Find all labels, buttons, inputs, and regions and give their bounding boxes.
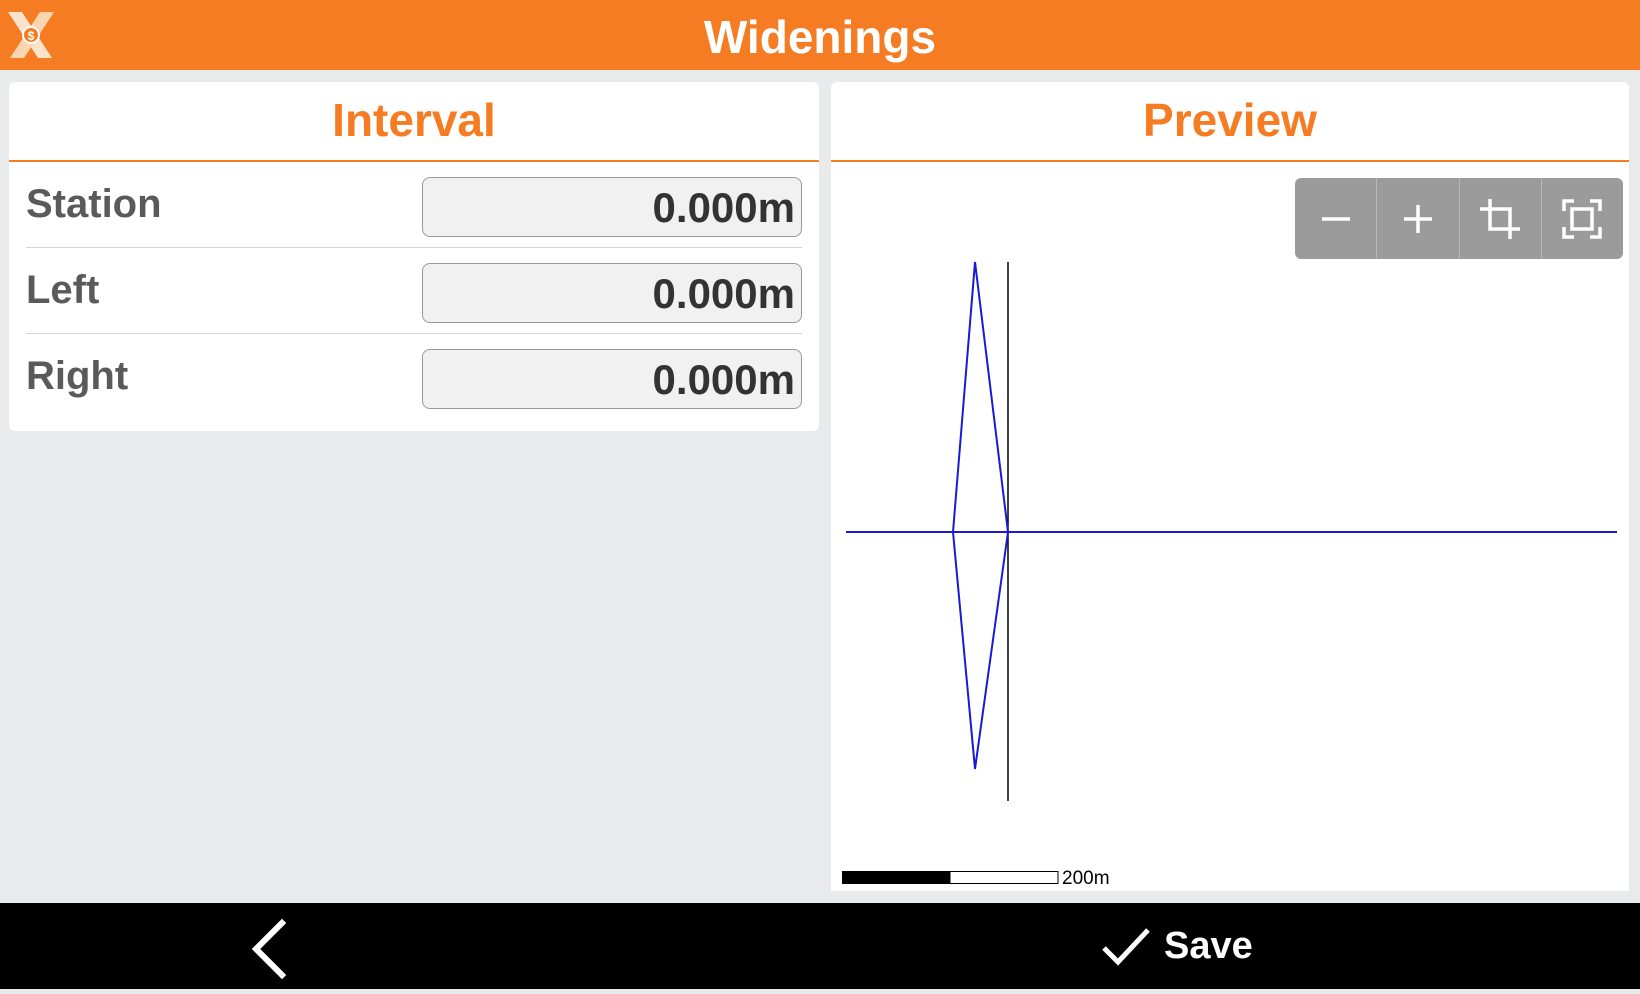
page-title: Widenings [703, 11, 937, 63]
station-input[interactable]: 0.000m [422, 177, 802, 237]
right-label: Right [26, 354, 129, 398]
crop-button[interactable] [1460, 178, 1542, 259]
left-label: Left [26, 268, 100, 312]
preview-panel: Preview 200m [831, 82, 1629, 891]
fit-extent-button[interactable] [1542, 178, 1623, 259]
right-input[interactable]: 0.000m [422, 349, 802, 409]
interval-panel: Interval Station 0.000m Left 0.000m Righ… [9, 82, 819, 431]
scale-bar-empty [949, 871, 1059, 884]
save-label: Save [1164, 924, 1253, 967]
left-input[interactable]: 0.000m [422, 263, 802, 323]
zoom-in-button[interactable] [1377, 178, 1460, 259]
left-row: Left 0.000m [26, 248, 802, 334]
checkmark-icon [1102, 928, 1150, 966]
widening-upper-shape [952, 261, 1009, 533]
bottom-bar: Save [0, 903, 1640, 989]
map-toolbar [1295, 178, 1623, 259]
back-button[interactable] [240, 903, 300, 989]
zoom-out-icon [1321, 216, 1350, 221]
interval-title: Interval [9, 82, 819, 162]
scale-bar-filled [842, 871, 950, 884]
widening-lower-shape [952, 531, 1009, 770]
station-row: Station 0.000m [26, 162, 802, 248]
scale-label: 200m [1062, 868, 1110, 889]
chevron-left-icon [251, 918, 287, 980]
crop-icon [1480, 198, 1521, 239]
save-button[interactable]: Save [1100, 903, 1300, 989]
right-row: Right 0.000m [26, 334, 802, 419]
zoom-in-icon [1403, 204, 1432, 233]
station-label: Station [26, 182, 162, 226]
fit-extent-icon [1562, 198, 1603, 239]
zoom-out-button[interactable] [1295, 178, 1378, 259]
top-bar: $ Widenings [0, 0, 1640, 70]
